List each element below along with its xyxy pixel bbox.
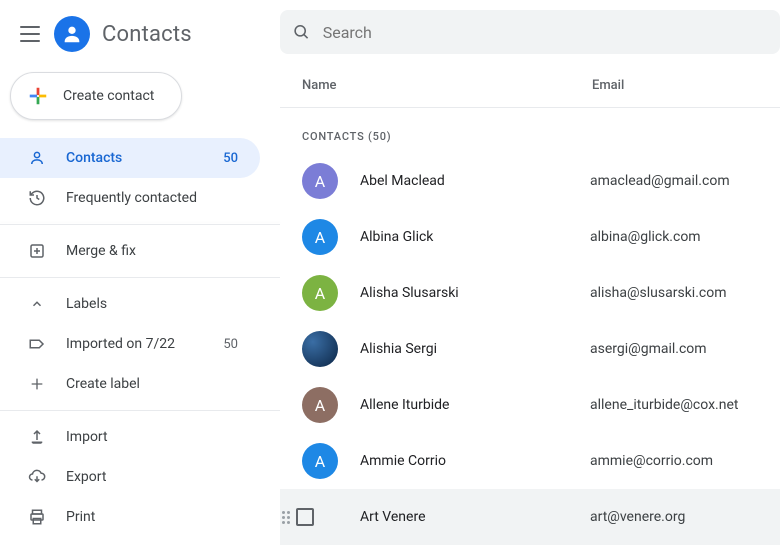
history-icon <box>26 189 48 207</box>
nav-item-label: Import <box>66 429 238 445</box>
nav-item-print[interactable]: Print <box>0 497 260 537</box>
avatar: A <box>302 443 338 479</box>
nav-item-contacts[interactable]: Contacts 50 <box>0 138 260 178</box>
chevron-up-icon <box>26 297 48 311</box>
contact-email: art@venere.org <box>590 509 685 525</box>
avatar-initial: A <box>315 228 325 247</box>
nav-item-label: Create label <box>66 376 238 392</box>
label-icon <box>26 335 48 353</box>
contact-name: Albina Glick <box>360 229 590 245</box>
contact-row[interactable]: A Abel Macleadamaclead@gmail.com <box>280 153 780 209</box>
contact-row[interactable]: A Ammie Corrioammie@corrio.com <box>280 433 780 489</box>
contact-name: Abel Maclead <box>360 173 590 189</box>
nav-primary: Contacts 50 Frequently contacted <box>0 138 280 218</box>
person-icon <box>61 23 83 45</box>
row-checkbox[interactable] <box>296 508 314 526</box>
contact-name: Art Venere <box>360 509 590 525</box>
contact-row[interactable]: A Albina Glickalbina@glick.com <box>280 209 780 265</box>
avatar: A <box>302 163 338 199</box>
upload-icon <box>26 428 48 446</box>
nav-item-count: 50 <box>223 337 238 352</box>
nav-item-label: Contacts <box>66 150 223 166</box>
row-handle[interactable] <box>282 508 314 526</box>
nav-labels-header[interactable]: Labels <box>0 284 260 324</box>
contact-name: Alishia Sergi <box>360 341 590 357</box>
nav-item-frequent[interactable]: Frequently contacted <box>0 178 260 218</box>
contact-name: Allene Iturbide <box>360 397 590 413</box>
column-header-email: Email <box>592 78 780 93</box>
contact-email: amaclead@gmail.com <box>590 173 730 189</box>
contact-row[interactable]: Art Venereart@venere.org <box>280 489 780 545</box>
contact-row[interactable]: Alishia Sergiasergi@gmail.com <box>280 321 780 377</box>
avatar: A <box>302 387 338 423</box>
search-input[interactable] <box>323 23 768 42</box>
main-menu-button[interactable] <box>18 22 42 46</box>
nav-label-imported[interactable]: Imported on 7/22 50 <box>0 324 260 364</box>
nav-item-label: Export <box>66 469 238 485</box>
nav-item-import[interactable]: Import <box>0 417 260 457</box>
nav-item-label: Print <box>66 509 238 525</box>
merge-icon <box>26 242 48 260</box>
avatar: A <box>302 219 338 255</box>
table-header: Name Email <box>280 64 780 108</box>
contacts-group-header: CONTACTS (50) <box>280 108 780 153</box>
app-title: Contacts <box>102 22 192 47</box>
nav-item-export[interactable]: Export <box>0 457 260 497</box>
create-contact-button[interactable]: Create contact <box>10 72 182 120</box>
nav-create-label[interactable]: Create label <box>0 364 260 404</box>
contact-name: Alisha Slusarski <box>360 285 590 301</box>
app-logo <box>54 16 90 52</box>
contact-email: albina@glick.com <box>590 229 701 245</box>
column-header-name: Name <box>302 78 592 93</box>
avatar-initial: A <box>315 172 325 191</box>
contact-email: allene_iturbide@cox.net <box>590 397 738 413</box>
print-icon <box>26 508 48 526</box>
avatar-initial: A <box>315 396 325 415</box>
nav-item-merge[interactable]: Merge & fix <box>0 231 260 271</box>
contact-list: A Abel Macleadamaclead@gmail.com A Albina G… <box>280 153 780 545</box>
contact-email: ammie@corrio.com <box>590 453 713 469</box>
plus-icon <box>26 376 48 392</box>
avatar-initial: A <box>315 284 325 303</box>
contact-name: Ammie Corrio <box>360 453 590 469</box>
avatar <box>302 331 338 367</box>
contact-row[interactable]: A Alisha Slusarskialisha@slusarski.com <box>280 265 780 321</box>
search-icon <box>292 22 311 42</box>
nav-labels-header-label: Labels <box>66 296 238 312</box>
plus-multicolor-icon <box>27 85 49 107</box>
contact-email: asergi@gmail.com <box>590 341 707 357</box>
person-outline-icon <box>26 149 48 167</box>
search-bar[interactable] <box>280 10 780 54</box>
contact-email: alisha@slusarski.com <box>590 285 727 301</box>
avatar-initial: A <box>315 452 325 471</box>
nav-item-label: Imported on 7/22 <box>66 336 223 352</box>
nav-item-count: 50 <box>223 151 238 166</box>
contact-row[interactable]: A Allene Iturbideallene_iturbide@cox.net <box>280 377 780 433</box>
drag-handle-icon <box>282 511 290 524</box>
cloud-download-icon <box>26 468 48 486</box>
nav-item-label: Frequently contacted <box>66 190 238 206</box>
nav-item-label: Merge & fix <box>66 243 238 259</box>
avatar: A <box>302 275 338 311</box>
create-contact-label: Create contact <box>63 88 154 104</box>
